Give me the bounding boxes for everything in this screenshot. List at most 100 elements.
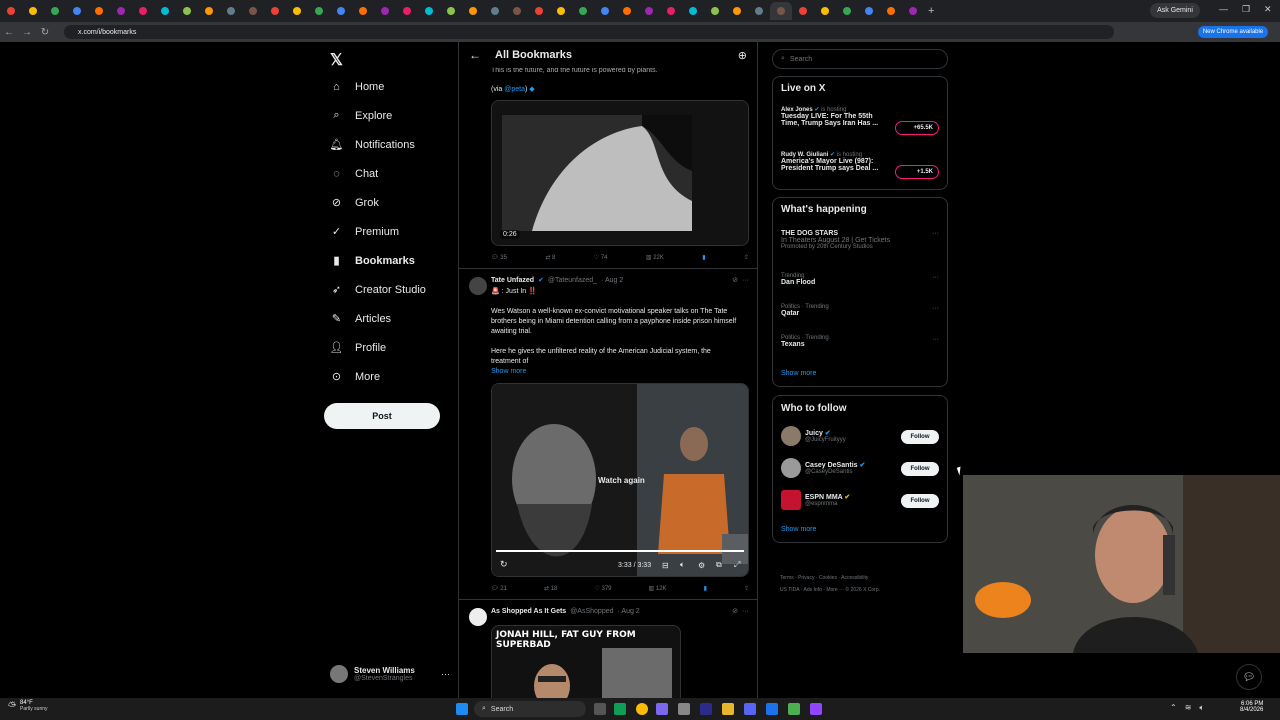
browser-tab[interactable]	[308, 2, 330, 20]
browser-tab[interactable]	[836, 2, 858, 20]
edge-icon[interactable]	[614, 703, 626, 715]
live-listener-count[interactable]: +65.5K	[895, 121, 939, 135]
follow-button[interactable]: Follow	[901, 494, 939, 508]
more-dots-icon[interactable]: ···	[932, 305, 939, 312]
browser-tab[interactable]	[66, 2, 88, 20]
browser-tab[interactable]	[594, 2, 616, 20]
task-view-icon[interactable]	[594, 703, 606, 715]
avatar[interactable]	[469, 608, 487, 626]
url-field[interactable]: x.com/i/bookmarks	[64, 25, 1114, 39]
browser-tab[interactable]	[682, 2, 704, 20]
new-tab-icon[interactable]: +	[928, 5, 934, 17]
new-chrome-button[interactable]: New Chrome available	[1198, 26, 1268, 38]
browser-tab[interactable]	[418, 2, 440, 20]
browser-tab[interactable]	[0, 2, 22, 20]
system-tray[interactable]: ⌃ ≋ 🔈︎	[1170, 703, 1204, 713]
app-icon[interactable]	[810, 703, 822, 715]
nav-notifications[interactable]: 🔔︎ Notifications	[330, 138, 415, 152]
like-button[interactable]: ♡ 379	[594, 585, 611, 592]
author-handle[interactable]: @Tateunfazed_	[548, 277, 597, 284]
premiere-icon[interactable]	[700, 703, 712, 715]
mention-link[interactable]: @peta	[504, 86, 525, 93]
browser-tab[interactable]	[462, 2, 484, 20]
back-arrow-icon[interactable]: ←	[469, 48, 481, 62]
grok-icon[interactable]: ⊘	[732, 276, 738, 284]
minimize-icon[interactable]: —	[1219, 4, 1228, 14]
browser-tab[interactable]	[242, 2, 264, 20]
follow-suggestion[interactable]: Casey DeSantis ✔ @CaseyDeSantis	[781, 458, 865, 478]
nav-grok[interactable]: ⊘ Grok	[330, 196, 379, 210]
trend-item[interactable]: Politics · Trending Qatar	[781, 304, 829, 317]
share-icon[interactable]: ⇪	[744, 585, 749, 592]
show-more-link[interactable]: Show more	[781, 370, 816, 377]
search-input[interactable]: ⌕ Search	[772, 49, 948, 69]
browser-tab[interactable]	[858, 2, 880, 20]
follow-suggestion[interactable]: Juicy ✔ @JuicyFruityyy	[781, 426, 846, 446]
views-button[interactable]: ▥ 12K	[649, 585, 667, 592]
more-dots-icon[interactable]: ···	[441, 669, 450, 679]
browser-tab[interactable]	[748, 2, 770, 20]
browser-tab[interactable]	[440, 2, 462, 20]
volume-icon[interactable]: 🔈︎	[1199, 703, 1204, 713]
taskbar-search[interactable]: ⌕ Search	[474, 701, 586, 717]
show-more-link[interactable]: Show more	[781, 526, 816, 533]
chevron-up-icon[interactable]: ⌃	[1170, 703, 1177, 713]
browser-tab[interactable]	[396, 2, 418, 20]
browser-tab[interactable]	[220, 2, 242, 20]
browser-tab[interactable]	[726, 2, 748, 20]
maximize-icon[interactable]: ❐	[1242, 4, 1250, 15]
nav-bookmarks[interactable]: ▮ Bookmarks	[330, 254, 414, 268]
browser-tab[interactable]	[88, 2, 110, 20]
avatar[interactable]	[469, 277, 487, 295]
browser-tab[interactable]	[198, 2, 220, 20]
bookmark-icon[interactable]: ▮	[702, 254, 705, 261]
clock[interactable]: 6:06 PM 8/4/2026	[1240, 701, 1263, 713]
browser-tab[interactable]	[572, 2, 594, 20]
nav-chat[interactable]: ◌ Chat	[330, 167, 378, 180]
more-dots-icon[interactable]: ···	[742, 608, 749, 615]
browser-tab[interactable]	[770, 2, 792, 20]
follow-suggestion[interactable]: ESPN MMA ✔ @espnmma	[781, 490, 850, 510]
nav-profile[interactable]: 👤︎ Profile	[330, 341, 387, 355]
nav-more[interactable]: ⊙ More	[330, 370, 380, 384]
post-button[interactable]: Post	[324, 403, 440, 429]
reload-icon[interactable]: ↻	[36, 27, 54, 38]
video-progress-bar[interactable]	[496, 550, 744, 552]
captions-icon[interactable]: ⊟	[662, 561, 669, 570]
browser-tab[interactable]	[352, 2, 374, 20]
browser-tab[interactable]	[176, 2, 198, 20]
trend-item[interactable]: Politics · Trending Texans	[781, 335, 829, 348]
author-name[interactable]: As Shopped As It Gets	[491, 608, 566, 615]
browser-tab[interactable]	[814, 2, 836, 20]
account-switcher[interactable]: Steven Williams @StevenStrangles ···	[330, 663, 450, 685]
browser-tab[interactable]	[110, 2, 132, 20]
fullscreen-icon[interactable]: ⤢	[734, 560, 740, 570]
pip-icon[interactable]: ⧉	[716, 560, 722, 570]
tweet-date[interactable]: · Aug 2	[601, 277, 623, 284]
browser-tab[interactable]	[154, 2, 176, 20]
nav-premium[interactable]: ✓ Premium	[330, 225, 399, 239]
browser-tab[interactable]	[506, 2, 528, 20]
repost-button[interactable]: ⇄ 18	[544, 585, 557, 592]
browser-tab[interactable]	[880, 2, 902, 20]
promoted-trend[interactable]: THE DOG STARS In Theaters August 28 | Ge…	[781, 230, 890, 250]
like-button[interactable]: ♡ 74	[594, 254, 608, 261]
app-icon[interactable]	[656, 703, 668, 715]
browser-tab[interactable]	[484, 2, 506, 20]
trend-item[interactable]: Trending Dan Flood	[781, 273, 815, 286]
x-logo-icon[interactable]: 𝕏	[330, 50, 343, 70]
browser-tab[interactable]	[22, 2, 44, 20]
follow-button[interactable]: Follow	[901, 430, 939, 444]
ask-gemini-button[interactable]: Ask Gemini	[1150, 3, 1200, 18]
browser-tab[interactable]	[286, 2, 308, 20]
tweet-video[interactable]: 0:26	[491, 100, 749, 246]
settings-icon[interactable]: ⚙	[698, 561, 705, 570]
tweet-date[interactable]: · Aug 2	[618, 608, 640, 615]
settings-icon[interactable]	[678, 703, 690, 715]
browser-tab[interactable]	[902, 2, 924, 20]
tweet-video[interactable]: Watch again ↻ 3:33 / 3:33 ⊟ 🔈︎ ⚙ ⧉ ⤢	[491, 383, 749, 577]
author-handle[interactable]: @AsShopped	[570, 608, 613, 615]
browser-tab[interactable]	[660, 2, 682, 20]
browser-tab[interactable]	[374, 2, 396, 20]
grok-icon[interactable]: ⊘	[732, 607, 738, 615]
